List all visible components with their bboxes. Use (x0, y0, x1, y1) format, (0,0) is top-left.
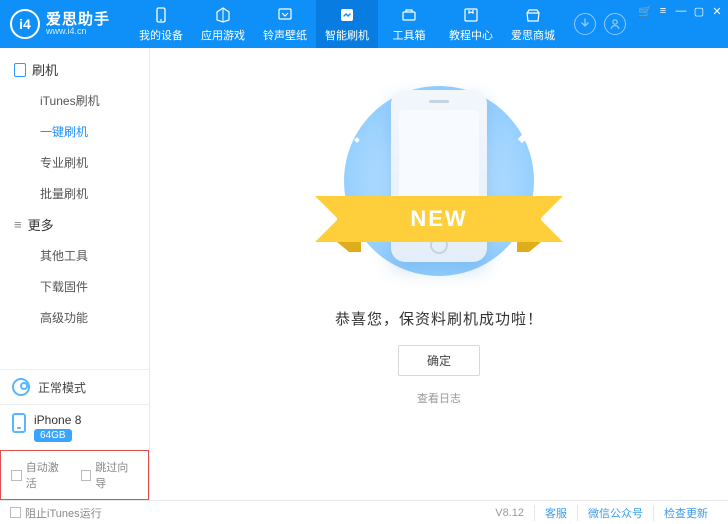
mode-label: 正常模式 (38, 379, 86, 396)
version-label: V8.12 (495, 507, 534, 519)
logo-icon: i4 (10, 9, 40, 39)
user-icon[interactable] (604, 13, 626, 35)
phone-icon (12, 413, 26, 433)
new-ribbon: NEW (337, 196, 541, 242)
sidebar-item[interactable]: 一键刷机 (0, 116, 149, 147)
sidebar: 刷机iTunes刷机一键刷机专业刷机批量刷机≡更多其他工具下载固件高级功能 正常… (0, 48, 150, 500)
sidebar-item[interactable]: 专业刷机 (0, 147, 149, 178)
cart-icon[interactable]: 🛒 (636, 4, 654, 18)
topnav-icon (338, 6, 356, 24)
menu-icon[interactable]: ≡ (654, 4, 672, 18)
option-checkbox-0[interactable]: 自动激活 (11, 459, 69, 491)
topnav-item-3[interactable]: 智能刷机 (316, 0, 378, 48)
topnav-icon (462, 6, 480, 24)
download-icon[interactable] (574, 13, 596, 35)
success-text: 恭喜您，保资料刷机成功啦！ (335, 308, 543, 329)
view-log-link[interactable]: 查看日志 (417, 390, 461, 406)
sidebar-group-header[interactable]: 刷机 (0, 54, 149, 85)
brand-name: 爱思助手 (46, 12, 110, 27)
sidebar-item[interactable]: 下载固件 (0, 271, 149, 302)
topnav-label: 应用游戏 (201, 27, 245, 43)
phone-outline-icon (14, 63, 26, 77)
success-illustration: NEW (319, 78, 559, 288)
mode-panel[interactable]: 正常模式 (0, 369, 149, 404)
close-icon[interactable]: ✕ (708, 4, 726, 18)
sidebar-item[interactable]: 其他工具 (0, 240, 149, 271)
brand-text: 爱思助手 www.i4.cn (46, 12, 110, 36)
device-panel[interactable]: iPhone 8 64GB (0, 404, 149, 450)
statusbar: 阻止iTunes运行 V8.12 客服 微信公众号 检查更新 (0, 500, 728, 524)
brand-logo[interactable]: i4 爱思助手 www.i4.cn (0, 9, 130, 39)
topnav-item-5[interactable]: 教程中心 (440, 0, 502, 48)
statusbar-link-wechat[interactable]: 微信公众号 (577, 505, 653, 521)
topnav-label: 铃声壁纸 (263, 27, 307, 43)
sidebar-item[interactable]: iTunes刷机 (0, 85, 149, 116)
list-icon: ≡ (14, 217, 22, 232)
brand-site: www.i4.cn (46, 27, 110, 36)
sidebar-item[interactable]: 批量刷机 (0, 178, 149, 209)
titlebar-extra (564, 13, 636, 35)
ok-button[interactable]: 确定 (398, 345, 480, 376)
topnav-label: 教程中心 (449, 27, 493, 43)
topnav-item-0[interactable]: 我的设备 (130, 0, 192, 48)
titlebar: i4 爱思助手 www.i4.cn 我的设备 应用游戏 铃声壁纸 智能刷机 工具箱 教程中… (0, 0, 728, 48)
topnav-label: 我的设备 (139, 27, 183, 43)
device-info: iPhone 8 64GB (34, 413, 81, 442)
topnav-label: 工具箱 (393, 27, 426, 43)
sidebar-group-header[interactable]: ≡更多 (0, 209, 149, 240)
sidebar-item[interactable]: 高级功能 (0, 302, 149, 333)
option-checkbox-1[interactable]: 跳过向导 (81, 459, 139, 491)
topnav-icon (524, 6, 542, 24)
body: 刷机iTunes刷机一键刷机专业刷机批量刷机≡更多其他工具下载固件高级功能 正常… (0, 48, 728, 500)
topnav-icon (152, 6, 170, 24)
minimize-icon[interactable]: — (672, 4, 690, 18)
block-itunes-checkbox[interactable]: 阻止iTunes运行 (10, 505, 102, 521)
topnav-item-2[interactable]: 铃声壁纸 (254, 0, 316, 48)
block-itunes-label: 阻止iTunes运行 (25, 505, 102, 521)
topnav-label: 智能刷机 (325, 27, 369, 43)
sidebar-groups: 刷机iTunes刷机一键刷机专业刷机批量刷机≡更多其他工具下载固件高级功能 (0, 48, 149, 369)
window-controls: 🛒 ≡ — ▢ ✕ (636, 0, 728, 48)
top-nav: 我的设备 应用游戏 铃声壁纸 智能刷机 工具箱 教程中心 爱思商城 (130, 0, 564, 48)
maximize-icon[interactable]: ▢ (690, 4, 708, 18)
topnav-item-1[interactable]: 应用游戏 (192, 0, 254, 48)
statusbar-link-update[interactable]: 检查更新 (653, 505, 718, 521)
topnav-item-4[interactable]: 工具箱 (378, 0, 440, 48)
topnav-label: 爱思商城 (511, 27, 555, 43)
topnav-icon (214, 6, 232, 24)
device-storage: 64GB (34, 429, 72, 442)
device-name: iPhone 8 (34, 413, 81, 427)
main-content: NEW 恭喜您，保资料刷机成功啦！ 确定 查看日志 (150, 48, 728, 500)
statusbar-link-support[interactable]: 客服 (534, 505, 577, 521)
topnav-icon (276, 6, 294, 24)
mode-icon (12, 378, 30, 396)
topnav-icon (400, 6, 418, 24)
options-row: 自动激活跳过向导 (0, 450, 149, 500)
topnav-item-6[interactable]: 爱思商城 (502, 0, 564, 48)
